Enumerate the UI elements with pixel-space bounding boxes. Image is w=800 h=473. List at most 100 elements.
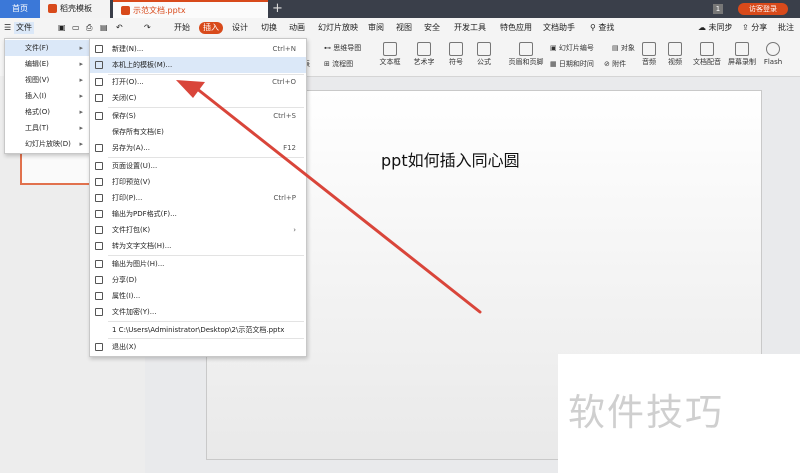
textbox-icon [383,42,397,56]
mindmap-button[interactable]: ⊷ 思维导图 [324,44,361,53]
tab-insert[interactable]: 插入 [199,22,223,34]
menu-item-page-setup[interactable]: 页面设置(U)... [90,158,306,174]
menu-item-encrypt[interactable]: 文件加密(Y)... [90,304,306,320]
wordart-icon [417,42,431,56]
tab-daoke-templates[interactable]: 稻壳模板 [40,0,110,18]
mindmap-label: 思维导图 [333,44,362,52]
tab-animation[interactable]: 动画 [289,22,305,34]
attachment-button[interactable]: ⊘ 附件 [604,60,626,69]
sync-label: 未同步 [708,23,733,32]
tab-start[interactable]: 开始 [174,22,190,34]
menu-item-export-pdf[interactable]: 输出为PDF格式(F)... [90,206,306,222]
tab-document[interactable]: 示范文档.pptx [113,0,268,18]
menu-icon[interactable]: ☰ [4,22,11,34]
tab-home[interactable]: 首页 [0,0,40,18]
menu-item-label: 属性(I)... [112,292,141,300]
menu-item-new[interactable]: 新建(N)... Ctrl+N [90,41,306,57]
tab-design[interactable]: 设计 [232,22,248,34]
redo-icon[interactable]: ↷ [144,22,151,34]
flowchart-label: 流程图 [332,60,354,68]
text-doc-icon [95,242,103,250]
print-icon[interactable]: ⎙ [86,22,92,34]
menu-item-open[interactable]: 打开(O)... Ctrl+O [90,74,306,90]
tab-search[interactable]: ⚲ 查找 [590,22,614,34]
menu-item-exit[interactable]: 退出(X) [90,339,306,355]
tab-doc-assistant[interactable]: 文档助手 [543,22,575,34]
text-dub-button[interactable]: 文档配音 [692,42,722,67]
menu-item-label: 保存(S) [112,112,136,120]
menu-item-print[interactable]: 打印(P)... Ctrl+P [90,190,306,206]
share-icon [95,276,103,284]
package-icon [95,226,103,234]
menu-item-slideshow[interactable]: 幻灯片放映(D) ▸ [5,136,89,152]
menu-item-tools[interactable]: 工具(T) ▸ [5,120,89,136]
tab-developer[interactable]: 开发工具 [454,22,486,34]
menu-item-edit[interactable]: 编辑(E) ▸ [5,56,89,72]
menu-item-save[interactable]: 保存(S) Ctrl+S [90,108,306,124]
folder-icon[interactable]: ▭ [72,22,80,34]
menu-item-local-templates[interactable]: 本机上的模板(M)... [90,57,306,73]
menu-item-export-image[interactable]: 输出为图片(H)... [90,256,306,272]
datetime-button[interactable]: ▦ 日期和时间 [550,60,594,69]
video-button[interactable]: 视频 [664,42,686,67]
tab-featured[interactable]: 特色应用 [500,22,532,34]
visitor-login-button[interactable]: 访客登录 [738,3,788,15]
flash-button[interactable]: Flash [762,42,784,67]
audio-button[interactable]: 音频 [638,42,660,67]
chevron-right-icon: ▸ [79,60,83,68]
menu-item-view[interactable]: 视图(V) ▸ [5,72,89,88]
screen-record-button[interactable]: 屏幕录制 [726,42,758,67]
menu-item-close[interactable]: 关闭(C) [90,90,306,106]
tab-review[interactable]: 审阅 [368,22,384,34]
flowchart-button[interactable]: ⊞ 流程图 [324,60,353,69]
header-footer-label: 页眉和页脚 [508,58,544,66]
menu-item-to-text-doc[interactable]: 转为文字文档(H)... [90,238,306,254]
wordart-label: 艺术字 [413,58,435,66]
menu-item-save-as[interactable]: 另存为(A)... F12 [90,140,306,156]
menu-item-label: 关闭(C) [112,94,137,102]
menu-item-properties[interactable]: 属性(I)... [90,288,306,304]
monitor-icon [95,61,103,69]
menu-item-print-preview[interactable]: 打印预览(V) [90,174,306,190]
slide-number-button[interactable]: ▣ 幻灯片编号 [550,44,594,53]
symbol-button[interactable]: 符号 [444,42,468,67]
tab-security[interactable]: 安全 [424,22,440,34]
recent-file-item[interactable]: 1 C:\Users\Administrator\Desktop\2\示范文档.… [112,322,284,338]
menu-item-save-all[interactable]: 保存所有文档(E) [90,124,306,140]
lock-icon [95,308,103,316]
formula-label: 公式 [477,58,491,66]
menu-item-label: 打印(P)... [112,194,143,202]
menu-item-format[interactable]: 格式(O) ▸ [5,104,89,120]
header-footer-button[interactable]: 页眉和页脚 [506,42,546,67]
save-icon[interactable]: ▣ [58,22,66,34]
menu-item-label: 输出为图片(H)... [112,260,165,268]
audio-label: 音频 [642,58,656,66]
new-tab-button[interactable]: + [272,0,283,18]
chevron-right-icon: ▸ [79,92,83,100]
menu-item-insert[interactable]: 插入(I) ▸ [5,88,89,104]
preview-icon[interactable]: ▤ [100,22,108,34]
exit-icon [95,343,103,351]
flash-icon [766,42,780,56]
file-menu-button[interactable]: 文件 [14,22,34,34]
record-icon [735,42,749,56]
tab-transition[interactable]: 切换 [261,22,277,34]
textbox-button[interactable]: 文本框 [376,42,404,67]
wordart-button[interactable]: 艺术字 [410,42,438,67]
flash-label: Flash [763,58,783,66]
formula-button[interactable]: 公式 [472,42,496,67]
tab-slideshow[interactable]: 幻灯片放映 [318,22,358,34]
sync-status[interactable]: ☁ 未同步 [698,22,733,34]
menu-item-package[interactable]: 文件打包(K) › [90,222,306,238]
save-icon [95,112,103,120]
slide-title[interactable]: ppt如何插入同心圆 [381,147,520,171]
menu-item-file[interactable]: 文件(F) ▸ [5,40,89,56]
annotate-button[interactable]: 批注 [778,22,794,34]
menu-item-share[interactable]: 分享(D) [90,272,306,288]
image-icon [95,260,103,268]
object-button[interactable]: ▤ 对象 [612,44,635,53]
pdf-icon [95,210,103,218]
tab-view[interactable]: 视图 [396,22,412,34]
undo-icon[interactable]: ↶ [116,22,123,34]
share-button[interactable]: ⇪ 分享 [742,22,767,34]
